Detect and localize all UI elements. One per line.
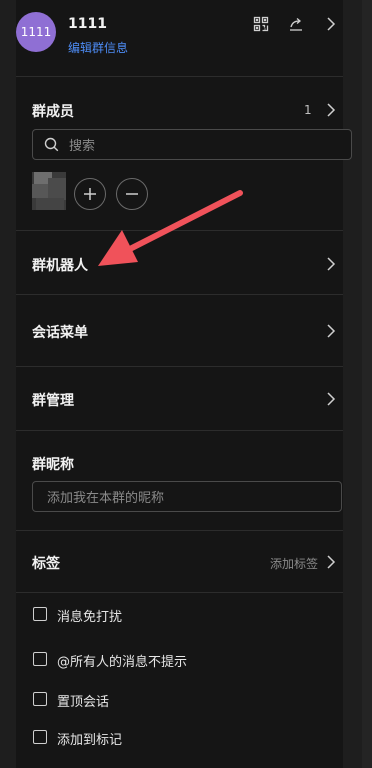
annotation-arrow-icon	[98, 190, 243, 266]
